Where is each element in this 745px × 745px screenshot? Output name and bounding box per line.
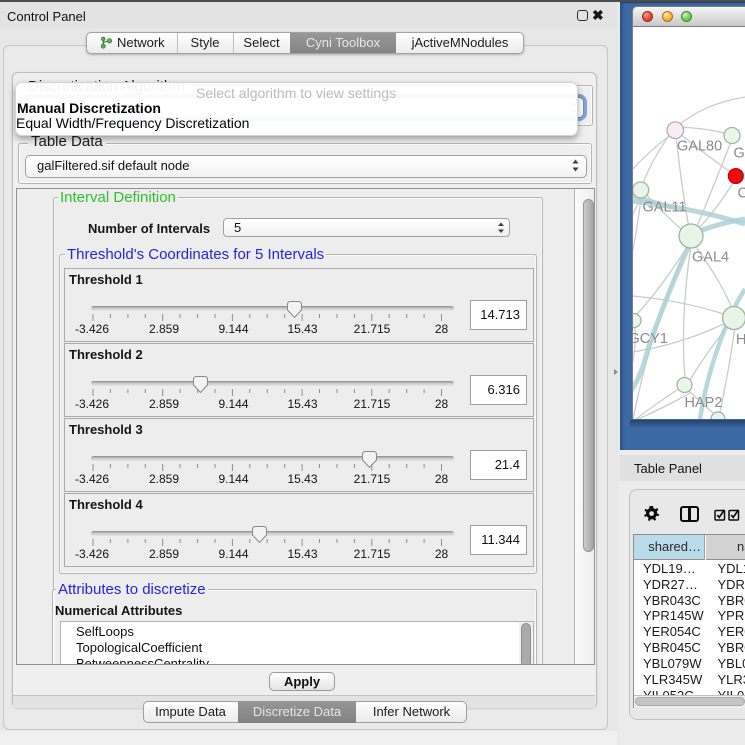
svg-text:HAP4: HAP4: [736, 332, 745, 348]
svg-text:GAL80: GAL80: [677, 139, 722, 155]
svg-text:CD: CD: [738, 186, 745, 202]
svg-text:GAL11: GAL11: [643, 200, 687, 216]
svg-text:HAP2: HAP2: [685, 395, 723, 411]
svg-text:GAL3: GAL3: [734, 146, 745, 162]
svg-text:GAL4: GAL4: [692, 250, 729, 266]
svg-text:GCY1: GCY1: [633, 331, 668, 347]
